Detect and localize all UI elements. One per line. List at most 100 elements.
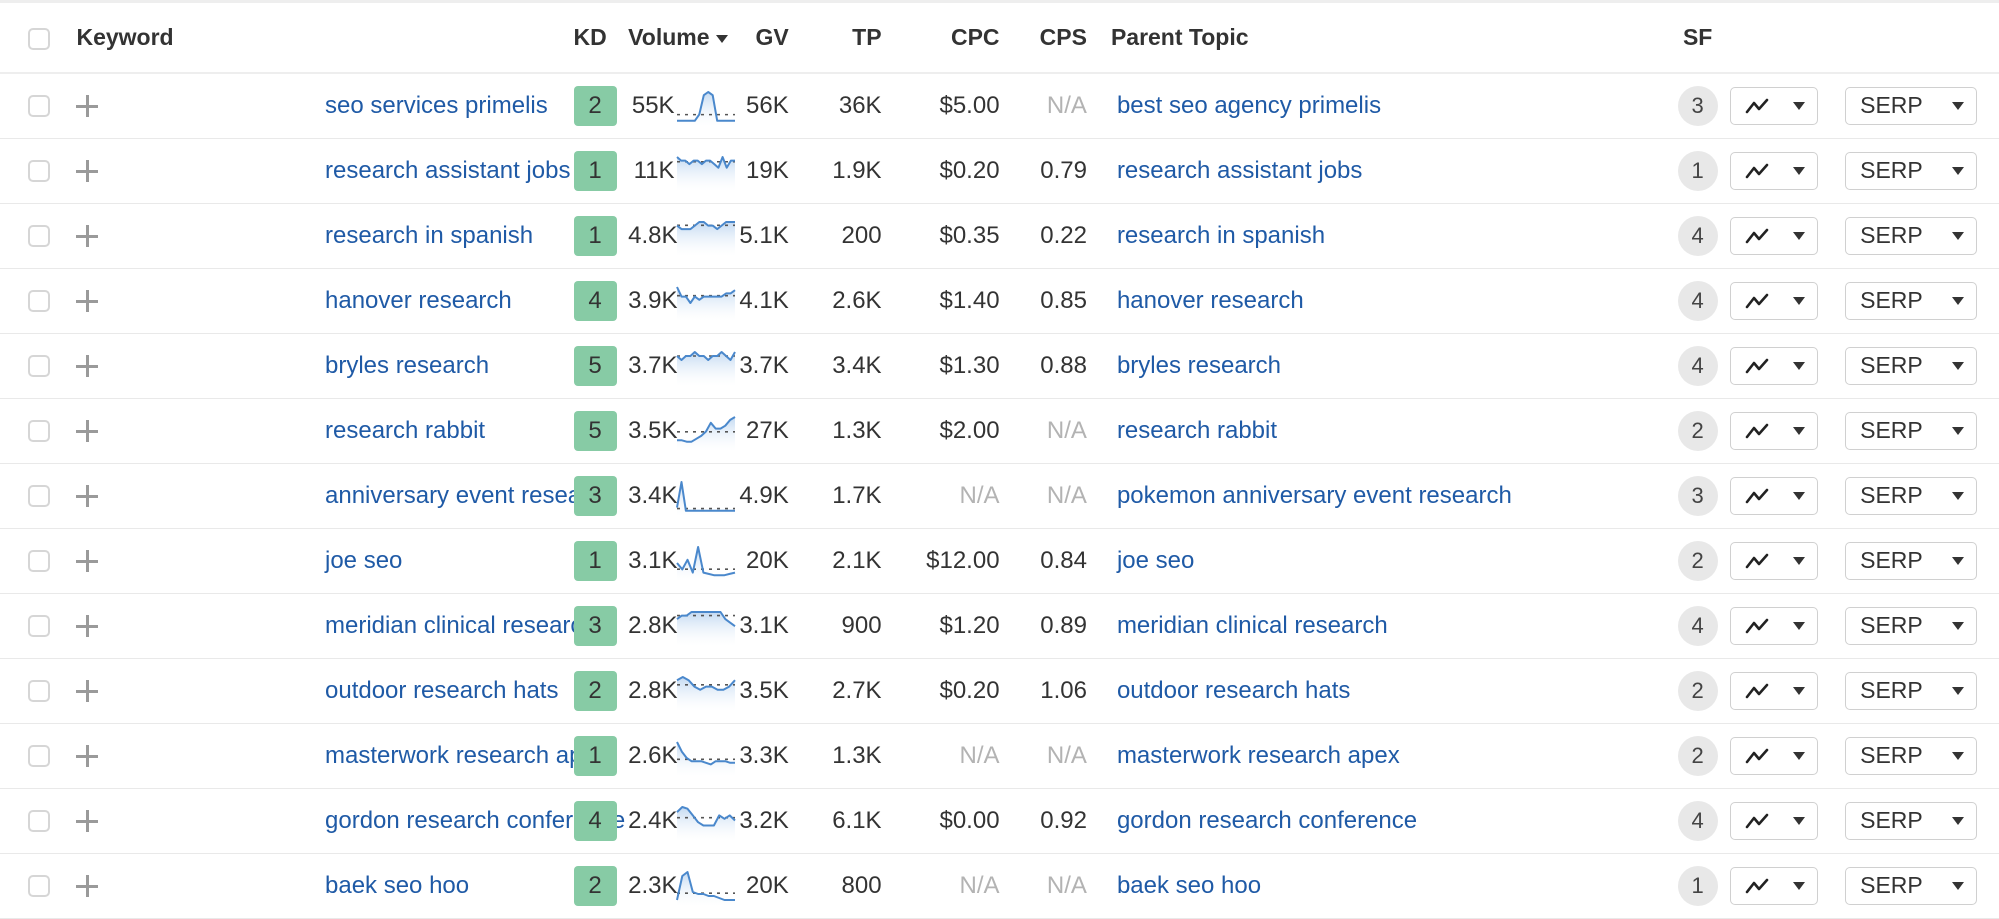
row-checkbox[interactable] — [28, 680, 50, 703]
row-checkbox[interactable] — [28, 160, 50, 183]
keyword-link[interactable]: anniversary event research — [325, 482, 614, 509]
add-to-list-icon[interactable] — [76, 485, 99, 508]
add-to-list-icon[interactable] — [76, 290, 99, 313]
chart-dropdown-button[interactable] — [1730, 216, 1819, 255]
select-all-checkbox[interactable] — [28, 27, 50, 50]
keyword-link[interactable]: hanover research — [325, 287, 512, 314]
chart-dropdown-button[interactable] — [1730, 866, 1819, 905]
add-to-list-icon[interactable] — [76, 615, 99, 638]
parent-topic-link[interactable]: research rabbit — [1117, 417, 1277, 444]
parent-topic-link[interactable]: baek seo hoo — [1117, 872, 1261, 899]
add-to-list-icon[interactable] — [76, 420, 99, 443]
column-header-volume[interactable]: Volume — [628, 3, 728, 73]
add-to-list-icon[interactable] — [76, 810, 99, 833]
chart-dropdown-button[interactable] — [1730, 476, 1819, 515]
keyword-link[interactable]: research in spanish — [325, 222, 533, 249]
chart-dropdown-button[interactable] — [1730, 281, 1819, 320]
column-header-cps[interactable]: CPS — [1000, 3, 1087, 73]
serp-dropdown-button[interactable]: SERP — [1845, 866, 1978, 905]
column-header-sf[interactable]: SF — [1665, 3, 1731, 73]
chart-dropdown-button[interactable] — [1730, 541, 1819, 580]
serp-dropdown-button[interactable]: SERP — [1845, 411, 1978, 450]
serp-features-count[interactable]: 4 — [1677, 345, 1718, 386]
serp-dropdown-button[interactable]: SERP — [1845, 736, 1978, 775]
chart-dropdown-button[interactable] — [1730, 801, 1819, 840]
serp-features-count[interactable]: 4 — [1677, 215, 1718, 256]
row-checkbox[interactable] — [28, 745, 50, 768]
add-to-list-icon[interactable] — [76, 95, 99, 118]
serp-dropdown-button[interactable]: SERP — [1845, 541, 1978, 580]
column-header-tp[interactable]: TP — [789, 3, 881, 73]
keyword-link[interactable]: outdoor research hats — [325, 677, 558, 704]
parent-topic-link[interactable]: outdoor research hats — [1117, 677, 1350, 704]
row-checkbox[interactable] — [28, 485, 50, 508]
row-checkbox[interactable] — [28, 290, 50, 313]
parent-topic-link[interactable]: gordon research conference — [1117, 807, 1417, 834]
parent-topic-link[interactable]: meridian clinical research — [1117, 612, 1388, 639]
serp-features-count[interactable]: 2 — [1677, 540, 1718, 581]
parent-topic-link[interactable]: research in spanish — [1117, 222, 1325, 249]
add-to-list-icon[interactable] — [76, 875, 99, 898]
serp-features-count[interactable]: 1 — [1677, 150, 1718, 191]
add-to-list-icon[interactable] — [76, 550, 99, 573]
parent-topic-link[interactable]: best seo agency primelis — [1117, 92, 1381, 119]
serp-features-count[interactable]: 3 — [1677, 475, 1718, 516]
serp-dropdown-button[interactable]: SERP — [1845, 281, 1978, 320]
chart-dropdown-button[interactable] — [1730, 736, 1819, 775]
parent-topic-link[interactable]: joe seo — [1117, 547, 1194, 574]
add-to-list-icon[interactable] — [76, 355, 99, 378]
column-header-cpc[interactable]: CPC — [882, 3, 1000, 73]
keyword-link[interactable]: joe seo — [325, 547, 402, 574]
serp-features-count[interactable]: 2 — [1677, 735, 1718, 776]
parent-topic-link[interactable]: masterwork research apex — [1117, 742, 1400, 769]
chart-dropdown-button[interactable] — [1730, 606, 1819, 645]
chart-dropdown-button[interactable] — [1730, 671, 1819, 710]
serp-dropdown-button[interactable]: SERP — [1845, 606, 1978, 645]
serp-features-count[interactable]: 1 — [1677, 865, 1718, 906]
row-checkbox[interactable] — [28, 225, 50, 248]
add-to-list-icon[interactable] — [76, 680, 99, 703]
keyword-link[interactable]: seo services primelis — [325, 92, 548, 119]
serp-features-count[interactable]: 4 — [1677, 280, 1718, 321]
serp-dropdown-button[interactable]: SERP — [1845, 86, 1978, 125]
serp-features-count[interactable]: 2 — [1677, 670, 1718, 711]
row-checkbox[interactable] — [28, 355, 50, 378]
chart-dropdown-button[interactable] — [1730, 411, 1819, 450]
serp-dropdown-button[interactable]: SERP — [1845, 216, 1978, 255]
chart-dropdown-button[interactable] — [1730, 86, 1819, 125]
row-checkbox[interactable] — [28, 615, 50, 638]
parent-topic-link[interactable]: pokemon anniversary event research — [1117, 482, 1512, 509]
chart-dropdown-button[interactable] — [1730, 151, 1819, 190]
serp-dropdown-button[interactable]: SERP — [1845, 476, 1978, 515]
serp-dropdown-button[interactable]: SERP — [1845, 346, 1978, 385]
column-header-keyword[interactable]: Keyword — [76, 3, 573, 73]
serp-features-count[interactable]: 3 — [1677, 85, 1718, 126]
row-checkbox[interactable] — [28, 810, 50, 833]
row-checkbox[interactable] — [28, 550, 50, 573]
serp-dropdown-button[interactable]: SERP — [1845, 801, 1978, 840]
parent-topic-link[interactable]: hanover research — [1117, 287, 1304, 314]
parent-topic-link[interactable]: bryles research — [1117, 352, 1281, 379]
row-checkbox[interactable] — [28, 420, 50, 443]
parent-topic-link[interactable]: research assistant jobs — [1117, 157, 1362, 184]
add-to-list-icon[interactable] — [76, 225, 99, 248]
serp-features-count[interactable]: 4 — [1677, 800, 1718, 841]
column-header-kd[interactable]: KD — [574, 3, 629, 73]
serp-features-count[interactable]: 2 — [1677, 410, 1718, 451]
chart-dropdown-button[interactable] — [1730, 346, 1819, 385]
column-header-parent-topic[interactable]: Parent Topic — [1087, 3, 1665, 73]
serp-features-count[interactable]: 4 — [1677, 605, 1718, 646]
keyword-link[interactable]: meridian clinical research — [325, 612, 596, 639]
keyword-link[interactable]: bryles research — [325, 352, 489, 379]
add-to-list-icon[interactable] — [76, 745, 99, 768]
keyword-link[interactable]: research assistant jobs — [325, 157, 570, 184]
serp-dropdown-button[interactable]: SERP — [1845, 151, 1978, 190]
row-checkbox[interactable] — [28, 95, 50, 118]
keyword-link[interactable]: masterwork research apex — [325, 742, 608, 769]
row-checkbox[interactable] — [28, 875, 50, 898]
keyword-link[interactable]: research rabbit — [325, 417, 485, 444]
column-header-gv[interactable]: GV — [721, 3, 788, 73]
add-to-list-icon[interactable] — [76, 160, 99, 183]
keyword-link[interactable]: baek seo hoo — [325, 872, 469, 899]
serp-dropdown-button[interactable]: SERP — [1845, 671, 1978, 710]
